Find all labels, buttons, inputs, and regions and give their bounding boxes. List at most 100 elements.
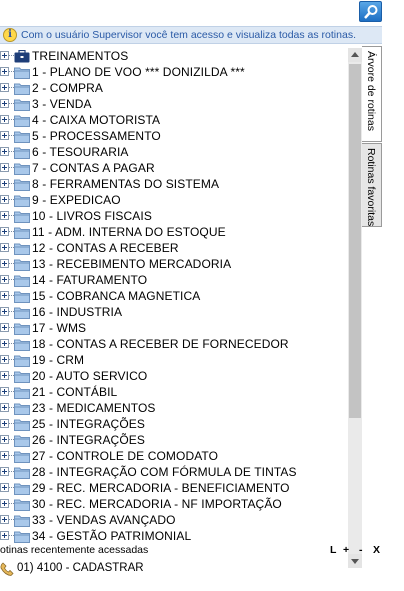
folder-icon <box>14 147 30 159</box>
expand-toggle[interactable] <box>0 179 9 188</box>
tab-routine-tree[interactable]: Árvore de rotinas <box>362 46 382 142</box>
tree-item-label: 13 - RECEBIMENTO MERCADORIA <box>32 257 232 271</box>
expand-toggle[interactable] <box>0 387 9 396</box>
folder-icon <box>14 211 30 223</box>
expand-toggle[interactable] <box>0 115 9 124</box>
folder-icon <box>14 403 30 415</box>
tree-item-label: 26 - INTEGRAÇÕES <box>32 433 145 447</box>
scroll-thumb[interactable] <box>349 64 361 418</box>
folder-icon <box>14 355 30 367</box>
tree-item-label: 28 - INTEGRAÇÃO COM FÓRMULA DE TINTAS <box>32 465 297 479</box>
folder-icon <box>14 163 30 175</box>
recent-list-button[interactable]: L <box>330 544 336 556</box>
folder-icon <box>14 467 30 479</box>
expand-toggle[interactable] <box>0 51 9 60</box>
folder-icon <box>14 83 30 95</box>
tree-item-label: 23 - MEDICAMENTOS <box>32 401 156 415</box>
expand-toggle[interactable] <box>0 147 9 156</box>
recent-add-button[interactable]: + <box>343 544 349 556</box>
expand-toggle[interactable] <box>0 339 9 348</box>
info-icon: i <box>3 28 17 42</box>
expand-toggle[interactable] <box>0 83 9 92</box>
tree-item-label: 18 - CONTAS A RECEBER DE FORNECEDOR <box>32 337 289 351</box>
recent-routines-title: otinas recentemente acessadas <box>0 544 149 556</box>
expand-toggle[interactable] <box>0 211 9 220</box>
folder-icon <box>14 179 30 191</box>
folder-icon <box>14 99 30 111</box>
folder-icon <box>14 499 30 511</box>
folder-icon <box>14 339 30 351</box>
expand-toggle[interactable] <box>0 515 9 524</box>
expand-toggle[interactable] <box>0 131 9 140</box>
tree-item-label: 2 - COMPRA <box>32 81 104 95</box>
folder-icon <box>14 275 30 287</box>
phone-icon <box>0 562 14 576</box>
folder-icon <box>14 307 30 319</box>
scroll-up-arrow-icon[interactable] <box>348 48 362 62</box>
expand-toggle[interactable] <box>0 403 9 412</box>
search-icon <box>364 5 378 19</box>
expand-toggle[interactable] <box>0 531 9 540</box>
tree-item-label: 27 - CONTROLE DE COMODATO <box>32 449 219 463</box>
tree-item-label: 15 - COBRANCA MAGNETICA <box>32 289 201 303</box>
folder-icon <box>14 387 30 399</box>
expand-toggle[interactable] <box>0 483 9 492</box>
expand-toggle[interactable] <box>0 451 9 460</box>
tree-item-label: 21 - CONTÁBIL <box>32 385 118 399</box>
expand-toggle[interactable] <box>0 99 9 108</box>
tree-item-label: 10 - LIVROS FISCAIS <box>32 209 152 223</box>
recent-routines-header: otinas recentemente acessadas L + - X <box>0 544 382 558</box>
folder-icon <box>14 531 30 543</box>
folder-icon <box>14 451 30 463</box>
expand-toggle[interactable] <box>0 355 9 364</box>
tree-item-label: 19 - CRM <box>32 353 85 367</box>
tree-item-label: 25 - INTEGRAÇÕES <box>32 417 145 431</box>
tree-item-label: 1 - PLANO DE VOO *** DONIZILDA *** <box>32 65 245 79</box>
expand-toggle[interactable] <box>0 307 9 316</box>
expand-toggle[interactable] <box>0 67 9 76</box>
tree-item-label: 30 - REC. MERCADORIA - NF IMPORTAÇÃO <box>32 497 282 511</box>
tree-item-label: 9 - EXPEDICAO <box>32 193 121 207</box>
expand-toggle[interactable] <box>0 259 9 268</box>
search-button[interactable] <box>359 1 382 22</box>
tree-item-label: 20 - AUTO SERVICO <box>32 369 148 383</box>
folder-icon <box>14 323 30 335</box>
tree-item-label: 12 - CONTAS A RECEBER <box>32 241 179 255</box>
tree-item-label: 34 - GESTÃO PATRIMONIAL <box>32 529 192 543</box>
recent-routine-label: 01) 4100 - CADASTRAR <box>17 562 144 574</box>
tree-item-label: 8 - FERRAMENTAS DO SISTEMA <box>32 177 220 191</box>
folder-icon <box>14 371 30 383</box>
tree-item-label: 5 - PROCESSAMENTO <box>32 129 161 143</box>
tree-item-label: 6 - TESOURARIA <box>32 145 129 159</box>
info-message: Com o usuário Supervisor você tem acesso… <box>21 29 356 41</box>
expand-toggle[interactable] <box>0 275 9 284</box>
expand-toggle[interactable] <box>0 163 9 172</box>
expand-toggle[interactable] <box>0 195 9 204</box>
expand-toggle[interactable] <box>0 291 9 300</box>
expand-toggle[interactable] <box>0 323 9 332</box>
tree-item-label: 7 - CONTAS A PAGAR <box>32 161 155 175</box>
tree-item-label: 11 - ADM. INTERNA DO ESTOQUE <box>32 225 226 239</box>
tree-item-label: 29 - REC. MERCADORIA - BENEFICIAMENTO <box>32 481 290 495</box>
tree-scrollbar[interactable] <box>348 48 362 568</box>
expand-toggle[interactable] <box>0 435 9 444</box>
expand-toggle[interactable] <box>0 243 9 252</box>
tree-item-label: 16 - INDUSTRIA <box>32 305 123 319</box>
tree-item-label: 33 - VENDAS AVANÇADO <box>32 513 176 527</box>
folder-icon <box>14 195 30 207</box>
tab-favorite-routines[interactable]: Rotinas favoritas <box>362 143 382 227</box>
info-bar: i Com o usuário Supervisor você tem aces… <box>0 26 382 44</box>
tree-item-label: 4 - CAIXA MOTORISTA <box>32 113 161 127</box>
expand-toggle[interactable] <box>0 419 9 428</box>
recent-remove-button[interactable]: - <box>359 544 363 556</box>
expand-toggle[interactable] <box>0 467 9 476</box>
recent-clear-button[interactable]: X <box>373 544 380 556</box>
expand-toggle[interactable] <box>0 499 9 508</box>
folder-icon <box>14 243 30 255</box>
folder-icon <box>14 259 30 271</box>
expand-toggle[interactable] <box>0 371 9 380</box>
briefcase-icon <box>14 50 30 63</box>
expand-toggle[interactable] <box>0 227 9 236</box>
folder-icon <box>14 435 30 447</box>
folder-icon <box>14 131 30 143</box>
